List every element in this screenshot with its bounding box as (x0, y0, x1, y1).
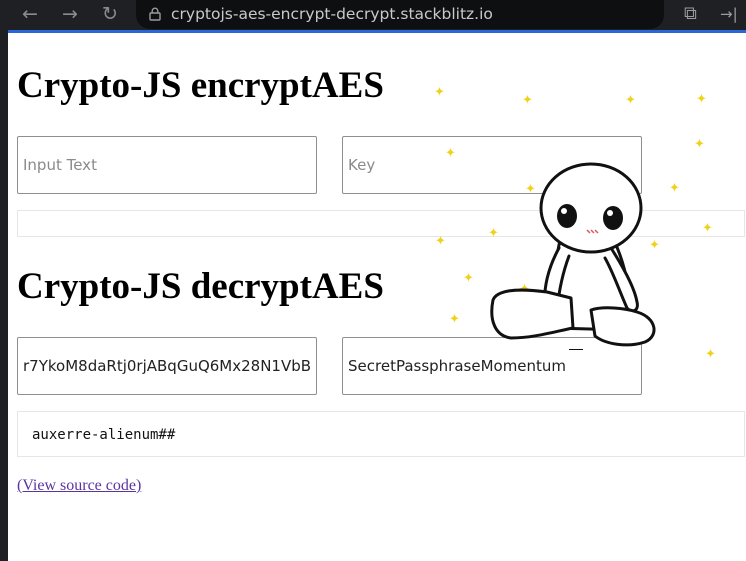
sparkle-icon: ✦ (702, 221, 713, 236)
sparkle-icon: ✦ (694, 137, 705, 152)
left-rail (0, 30, 8, 561)
browser-toolbar: ← → ↻ cryptojs-aes-encrypt-decrypt.stack… (0, 0, 746, 30)
url-text: cryptojs-aes-encrypt-decrypt.stackblitz.… (171, 5, 493, 23)
sparkle-icon: ✦ (434, 85, 445, 100)
sparkle-icon: ✦ (705, 347, 716, 362)
sparkle-icon: ✦ (669, 181, 680, 196)
sparkle-icon: ✦ (463, 271, 474, 286)
sparkle-icon: ✦ (435, 234, 446, 249)
sparkle-icon: ✦ (625, 93, 636, 108)
view-source-link[interactable]: (View source code) (17, 477, 141, 495)
lock-icon (149, 7, 161, 21)
open-external-icon[interactable]: ⧉ (684, 3, 697, 24)
encrypt-heading: Crypto-JS encryptAES (17, 65, 384, 106)
decrypt-heading: Crypto-JS decryptAES (17, 266, 384, 307)
sparkle-icon: ✦ (445, 146, 456, 161)
input-text-field[interactable] (17, 136, 317, 194)
back-arrow-icon[interactable]: ← (22, 2, 38, 26)
reload-icon[interactable]: ↻ (102, 2, 118, 26)
cartoon-figure-sticker (490, 162, 656, 350)
address-bar[interactable]: cryptojs-aes-encrypt-decrypt.stackblitz.… (136, 0, 664, 29)
forward-arrow-icon[interactable]: → (62, 2, 78, 26)
decrypted-output: auxerre-alienum## (17, 411, 745, 457)
sidebar-toggle-icon[interactable]: →| (720, 5, 738, 23)
sparkle-icon: ✦ (696, 92, 707, 107)
sparkle-icon: ✦ (449, 312, 460, 327)
sparkle-icon: ✦ (522, 93, 533, 108)
ciphertext-field[interactable] (17, 337, 317, 395)
